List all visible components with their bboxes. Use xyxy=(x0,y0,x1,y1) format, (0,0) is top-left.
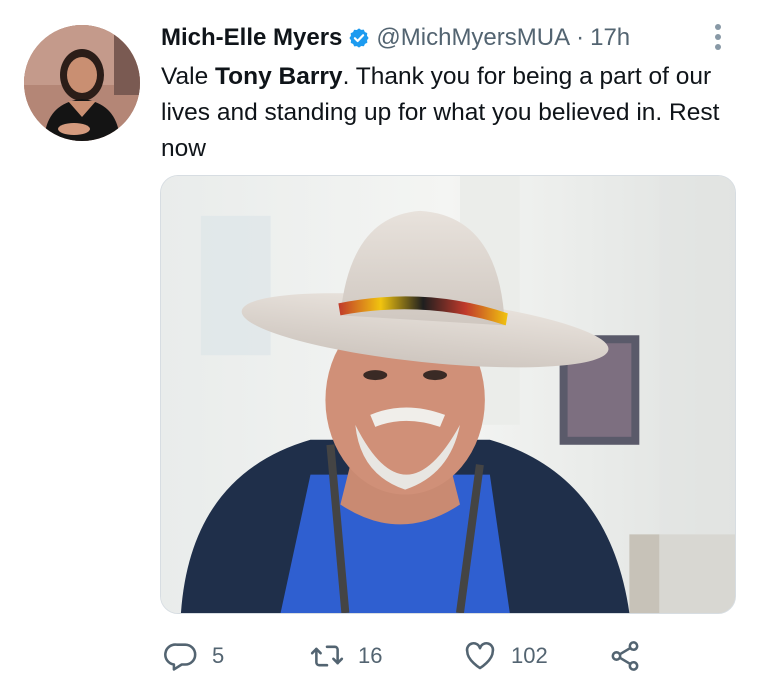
display-name[interactable]: Mich-Elle Myers xyxy=(161,24,342,52)
share-button[interactable] xyxy=(608,636,642,676)
verified-badge-icon xyxy=(348,27,370,49)
retweet-icon xyxy=(310,639,344,673)
like-button[interactable]: 102 xyxy=(463,636,548,676)
separator-dot: · xyxy=(576,24,585,51)
reply-icon xyxy=(164,639,198,673)
tweet-text-bold: Tony Barry xyxy=(215,63,343,90)
reply-button[interactable]: 5 xyxy=(164,636,224,676)
like-count: 102 xyxy=(511,643,548,668)
tweet-card[interactable]: Mich-Elle Myers @MichMyersMUA · 17h Vale… xyxy=(0,0,760,696)
tweet-text: Vale Tony Barry. Thank you for being a p… xyxy=(161,59,741,167)
retweet-button[interactable]: 16 xyxy=(310,636,382,676)
tweet-text-prefix: Vale xyxy=(161,63,216,90)
photo-image xyxy=(161,176,735,613)
retweet-count: 16 xyxy=(358,643,383,668)
tweet-actions: 5 16 102 xyxy=(160,636,660,676)
avatar[interactable] xyxy=(24,25,140,141)
timestamp[interactable]: 17h xyxy=(590,24,630,52)
more-options-icon[interactable] xyxy=(708,20,728,54)
avatar-image xyxy=(24,25,140,141)
share-icon xyxy=(608,639,642,673)
heart-icon xyxy=(463,639,497,673)
reply-count: 5 xyxy=(212,643,225,668)
user-handle[interactable]: @MichMyersMUA xyxy=(376,24,570,52)
tweet-media-photo[interactable] xyxy=(160,175,736,614)
tweet-header: Mich-Elle Myers @MichMyersMUA · 17h xyxy=(161,21,630,55)
